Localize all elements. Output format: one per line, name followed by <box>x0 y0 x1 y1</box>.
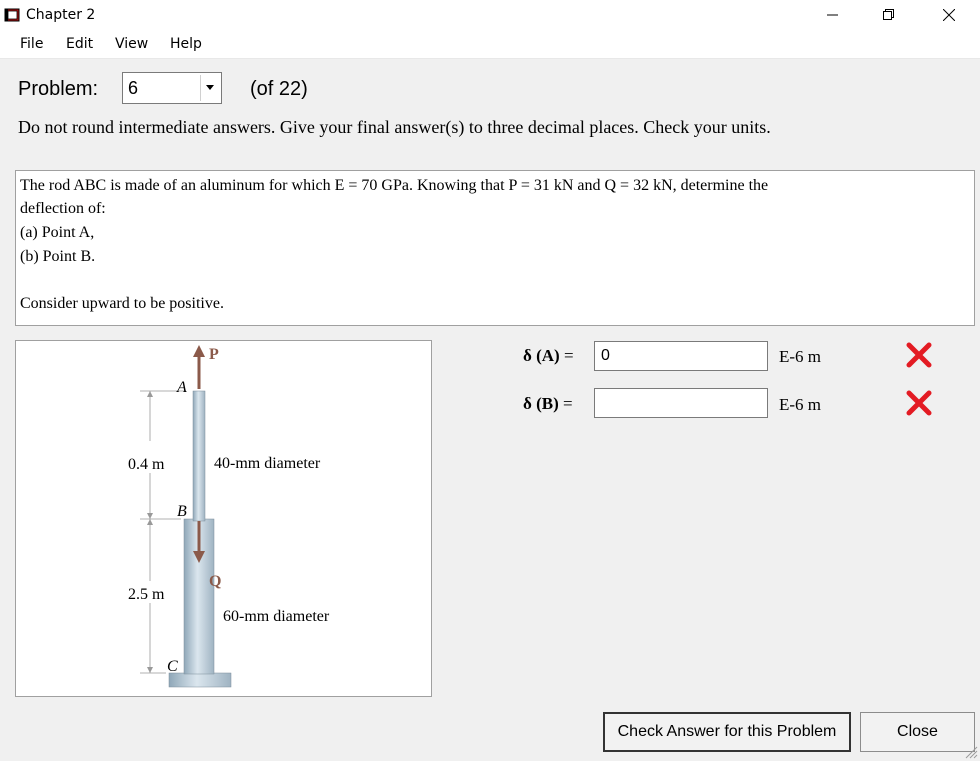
problem-select-value: 6 <box>128 78 139 98</box>
base-support <box>168 672 232 688</box>
statement-line: (b) Point B. <box>20 248 96 265</box>
statement-line: Consider upward to be positive. <box>20 295 224 312</box>
statement-line: (a) Point A, <box>20 224 95 241</box>
resize-grip-icon[interactable] <box>962 743 978 759</box>
close-button[interactable]: Close <box>860 712 975 752</box>
label-a: A <box>176 379 187 396</box>
answer-a-input[interactable] <box>594 341 768 371</box>
rod-diagram: P Q A B C 0.4 m 2.5 m 40-mm diameter 60-… <box>128 345 330 688</box>
label-b: B <box>177 503 187 520</box>
minimize-icon <box>827 14 838 16</box>
dia-upper: 40-mm diameter <box>214 455 321 472</box>
problem-label: Problem: <box>18 78 99 100</box>
minimize-button[interactable] <box>810 0 856 30</box>
answer-b-input[interactable] <box>594 388 768 418</box>
check-answer-button[interactable]: Check Answer for this Problem <box>603 712 851 752</box>
dim-lower: 2.5 m <box>128 586 165 603</box>
menu-help[interactable]: Help <box>170 36 202 52</box>
statement-line: deflection of: <box>20 200 106 217</box>
answer-b-unit: E-6 m <box>779 395 822 414</box>
figure-panel: P Q A B C 0.4 m 2.5 m 40-mm diameter 60-… <box>15 340 432 697</box>
answer-b-label: δ (B) = <box>523 394 573 413</box>
problem-count: (of 22) <box>250 78 308 100</box>
chevron-down-icon <box>206 85 214 90</box>
answer-a-unit: E-6 m <box>779 347 822 366</box>
close-window-button[interactable] <box>926 0 972 30</box>
restore-button[interactable] <box>866 0 912 30</box>
label-p: P <box>209 346 219 363</box>
label-q: Q <box>209 573 221 590</box>
problem-statement: The rod ABC is made of an aluminum for w… <box>15 170 975 326</box>
close-icon <box>943 9 955 21</box>
menu-edit[interactable]: Edit <box>66 36 93 52</box>
answer-a-label: δ (A) = <box>523 346 574 365</box>
red-x-icon <box>906 390 932 416</box>
restore-icon <box>883 9 894 20</box>
menu-view[interactable]: View <box>115 36 148 52</box>
red-x-icon <box>906 342 932 368</box>
upper-rod <box>192 390 206 522</box>
instructions-text: Do not round intermediate answers. Give … <box>18 117 771 137</box>
menu-file[interactable]: File <box>20 36 43 52</box>
label-c: C <box>167 658 178 675</box>
dim-upper: 0.4 m <box>128 456 165 473</box>
problem-select[interactable]: 6 <box>122 72 222 104</box>
dropdown-arrow[interactable] <box>200 75 219 101</box>
statement-line: The rod ABC is made of an aluminum for w… <box>20 177 769 194</box>
window-title: Chapter 2 <box>26 7 96 23</box>
app-icon <box>4 7 20 23</box>
dia-lower: 60-mm diameter <box>223 608 330 625</box>
force-p-arrowhead <box>193 345 205 357</box>
